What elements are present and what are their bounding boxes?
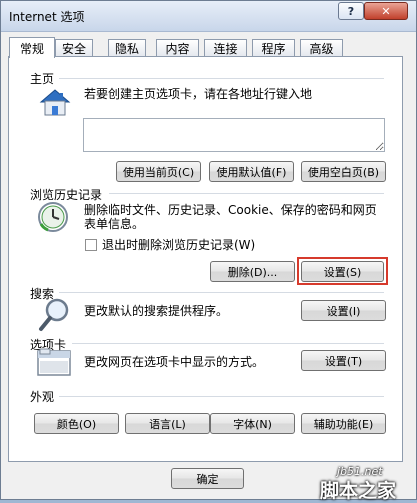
delete-on-exit-label[interactable]: 退出时删除浏览历史记录(W) <box>102 238 255 252</box>
home-icon <box>39 89 71 116</box>
tabs-window-icon <box>37 348 71 376</box>
internet-options-dialog: Internet 选项 ? ✕ 常规 安全 隐私 内容 连接 程序 高级 主页 … <box>0 0 417 502</box>
homepage-separator <box>59 78 384 79</box>
accessibility-button[interactable]: 辅助功能(E) <box>301 413 386 434</box>
help-button[interactable]: ? <box>338 2 364 20</box>
tab-programs[interactable]: 程序 <box>252 39 295 57</box>
window-title: Internet 选项 <box>9 10 85 24</box>
appearance-separator <box>59 396 384 397</box>
history-description-line1: 删除临时文件、历史记录、Cookie、保存的密码和网页 <box>84 203 377 217</box>
homepage-description: 若要创建主页选项卡，请在各地址行键入地 <box>84 87 313 101</box>
use-default-button[interactable]: 使用默认值(F) <box>209 161 294 182</box>
tab-privacy[interactable]: 隐私 <box>108 39 146 57</box>
tab-security[interactable]: 安全 <box>55 39 93 57</box>
tabs-settings-button[interactable]: 设置(T) <box>301 350 386 371</box>
history-separator <box>109 193 384 194</box>
close-button[interactable]: ✕ <box>364 2 408 20</box>
languages-button[interactable]: 语言(L) <box>125 413 210 434</box>
tab-content[interactable]: 内容 <box>156 39 199 57</box>
search-magnifier-icon <box>39 298 69 331</box>
homepage-address-input[interactable] <box>83 118 385 152</box>
tabs-description: 更改网页在选项卡中显示的方式。 <box>84 355 265 369</box>
tab-connections[interactable]: 连接 <box>204 39 247 57</box>
tabs-separator <box>72 343 384 344</box>
appearance-section-label: 外观 <box>30 390 55 404</box>
search-separator <box>59 292 384 293</box>
ok-button[interactable]: 确定 <box>171 468 244 489</box>
delete-on-exit-checkbox[interactable] <box>85 239 97 251</box>
delete-history-button[interactable]: 删除(D)... <box>210 261 295 282</box>
fonts-button[interactable]: 字体(N) <box>210 413 295 434</box>
history-settings-button[interactable]: 设置(S) <box>301 261 384 282</box>
title-bar[interactable]: Internet 选项 ? ✕ <box>1 1 416 32</box>
history-clock-icon <box>38 202 68 232</box>
search-description: 更改默认的搜索提供程序。 <box>84 304 229 318</box>
use-current-button[interactable]: 使用当前页(C) <box>116 161 201 182</box>
general-tab-panel: 主页 若要创建主页选项卡，请在各地址行键入地 使用当前页(C) 使用默认值(F)… <box>8 56 403 462</box>
search-settings-button[interactable]: 设置(I) <box>301 300 386 321</box>
use-blank-button[interactable]: 使用空白页(B) <box>301 161 386 182</box>
tab-advanced[interactable]: 高级 <box>300 39 343 57</box>
history-description-line2: 表单信息。 <box>84 217 145 231</box>
tab-general[interactable]: 常规 <box>9 37 55 58</box>
colors-button[interactable]: 颜色(O) <box>34 413 119 434</box>
watermark-name: 脚本之家 <box>320 480 397 502</box>
